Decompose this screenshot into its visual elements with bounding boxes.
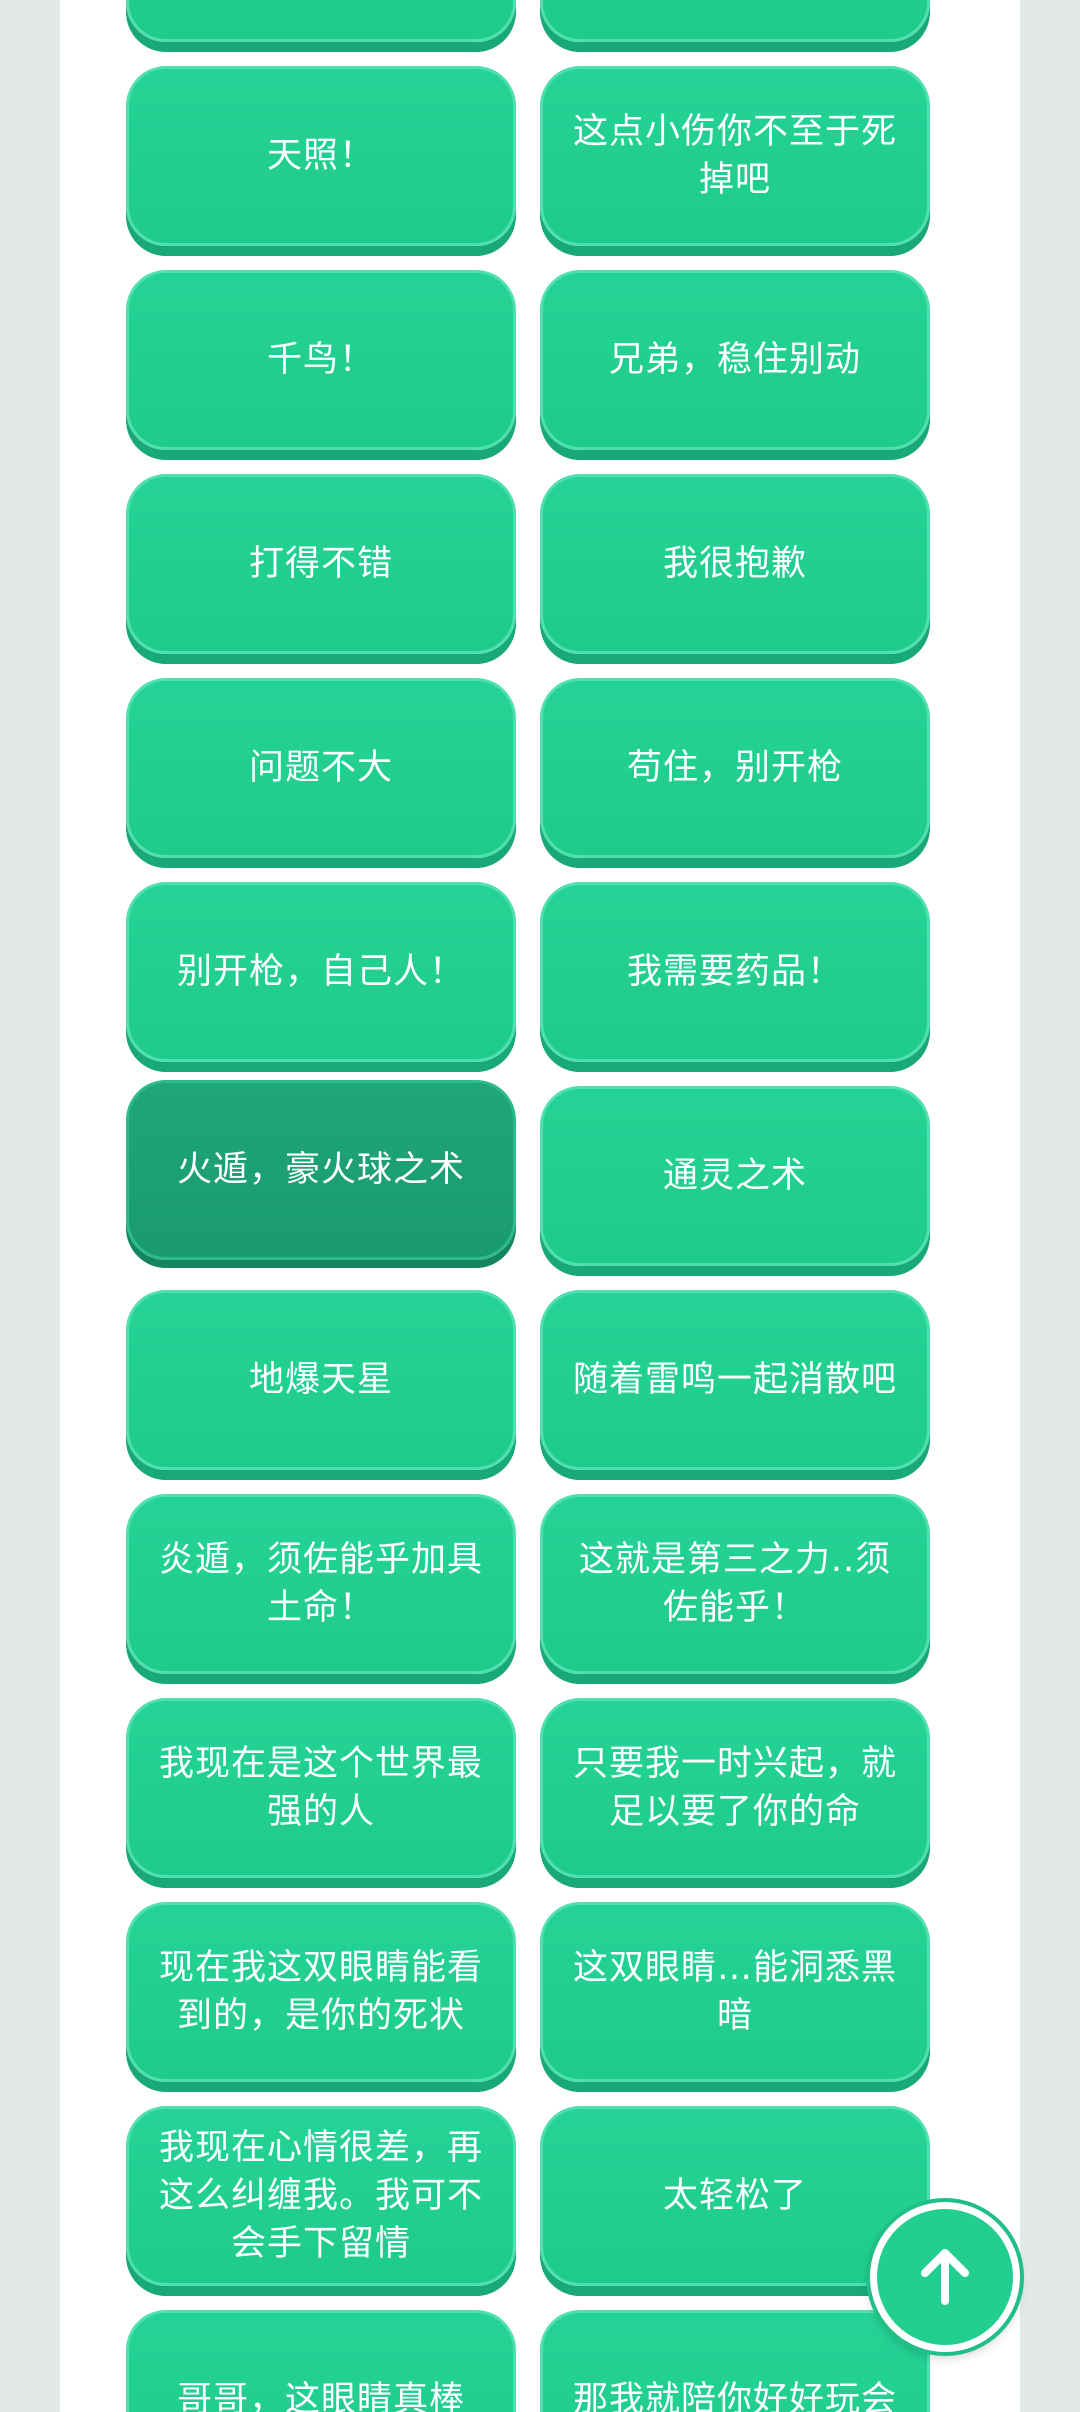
scroll-to-top-button[interactable] bbox=[870, 2202, 1020, 2352]
voice-button-label: 别开枪，自己人！ bbox=[176, 952, 465, 992]
voice-button-label: 火遁，豪火球之术 bbox=[176, 1150, 465, 1190]
voice-button-label: 兄弟，稳住别动 bbox=[608, 340, 861, 380]
voice-button-bad-mood[interactable]: 我现在心情很差，再这么纠缠我。我可不会手下留情 bbox=[126, 2106, 516, 2286]
arrow-up-icon bbox=[917, 2245, 973, 2309]
content-panel: 天照！ 这点小伤你不至于死掉吧 千鸟！ 兄弟，稳住别动 打得不错 我很抱歉 问题… bbox=[60, 0, 1020, 2412]
voice-button-label: 这点小伤你不至于死掉吧 bbox=[572, 112, 897, 200]
voice-button-susanoo-kagutsuchi[interactable]: 炎遁，须佐能乎加具土命！ bbox=[126, 1494, 516, 1674]
voice-button-chidori[interactable]: 千鸟！ bbox=[126, 270, 516, 450]
voice-button-label: 通灵之术 bbox=[662, 1156, 807, 1196]
voice-button-1[interactable] bbox=[126, 0, 516, 42]
voice-button-whim[interactable]: 只要我一时兴起，就足以要了你的命 bbox=[540, 1698, 930, 1878]
voice-button-need-medicine[interactable]: 我需要药品！ bbox=[540, 882, 930, 1062]
voice-button-friendly[interactable]: 别开枪，自己人！ bbox=[126, 882, 516, 1062]
voice-button-label: 苟住，别开枪 bbox=[626, 748, 843, 788]
voice-button-label: 地爆天星 bbox=[248, 1360, 393, 1400]
voice-button-hold-fire[interactable]: 苟住，别开枪 bbox=[540, 678, 930, 858]
voice-button-eyes-death[interactable]: 现在我这双眼睛能看到的，是你的死状 bbox=[126, 1902, 516, 2082]
voice-button-great-eyes[interactable]: 哥哥，这眼睛真棒 bbox=[126, 2310, 516, 2412]
voice-button-label: 打得不错 bbox=[248, 544, 393, 584]
voice-button-sorry[interactable]: 我很抱歉 bbox=[540, 474, 930, 654]
voice-button-label: 太轻松了 bbox=[662, 2176, 807, 2216]
voice-button-label: 我很抱歉 bbox=[662, 544, 807, 584]
voice-button-label: 现在我这双眼睛能看到的，是你的死状 bbox=[158, 1948, 483, 2036]
voice-button-label: 我现在心情很差，再这么纠缠我。我可不会手下留情 bbox=[158, 2128, 483, 2264]
voice-button-label: 那我就陪你好好玩会 bbox=[572, 2380, 897, 2412]
voice-button-2[interactable] bbox=[540, 0, 930, 42]
voice-button-grid: 天照！ 这点小伤你不至于死掉吧 千鸟！ 兄弟，稳住别动 打得不错 我很抱歉 问题… bbox=[126, 0, 990, 2412]
voice-button-brother-hold[interactable]: 兄弟，稳住别动 bbox=[540, 270, 930, 450]
voice-button-strongest[interactable]: 我现在是这个世界最强的人 bbox=[126, 1698, 516, 1878]
voice-button-label: 问题不大 bbox=[248, 748, 393, 788]
voice-button-label: 这双眼睛…能洞悉黑暗 bbox=[572, 1948, 897, 2036]
voice-button-label: 这就是第三之力..须佐能乎！ bbox=[578, 1540, 892, 1628]
voice-button-third-power[interactable]: 这就是第三之力..须佐能乎！ bbox=[540, 1494, 930, 1674]
voice-button-fireball[interactable]: 火遁，豪火球之术 bbox=[126, 1080, 516, 1260]
voice-button-eyes-darkness[interactable]: 这双眼睛…能洞悉黑暗 bbox=[540, 1902, 930, 2082]
voice-button-thunder[interactable]: 随着雷鸣一起消散吧 bbox=[540, 1290, 930, 1470]
voice-button-label: 炎遁，须佐能乎加具土命！ bbox=[158, 1540, 483, 1628]
voice-button-label: 千鸟！ bbox=[266, 340, 375, 380]
voice-button-nice-hit[interactable]: 打得不错 bbox=[126, 474, 516, 654]
voice-button-summoning[interactable]: 通灵之术 bbox=[540, 1086, 930, 1266]
voice-button-play-with-you[interactable]: 那我就陪你好好玩会 bbox=[540, 2310, 930, 2412]
voice-button-planetary-devastation[interactable]: 地爆天星 bbox=[126, 1290, 516, 1470]
voice-button-label: 我现在是这个世界最强的人 bbox=[158, 1744, 483, 1832]
voice-button-label: 我需要药品！ bbox=[626, 952, 843, 992]
voice-button-small-wound[interactable]: 这点小伤你不至于死掉吧 bbox=[540, 66, 930, 246]
voice-button-label: 随着雷鸣一起消散吧 bbox=[572, 1360, 897, 1400]
voice-button-label: 哥哥，这眼睛真棒 bbox=[176, 2380, 465, 2412]
voice-button-label: 只要我一时兴起，就足以要了你的命 bbox=[572, 1744, 897, 1832]
voice-button-no-problem[interactable]: 问题不大 bbox=[126, 678, 516, 858]
voice-button-label: 天照！ bbox=[266, 136, 375, 176]
voice-button-amaterasu[interactable]: 天照！ bbox=[126, 66, 516, 246]
